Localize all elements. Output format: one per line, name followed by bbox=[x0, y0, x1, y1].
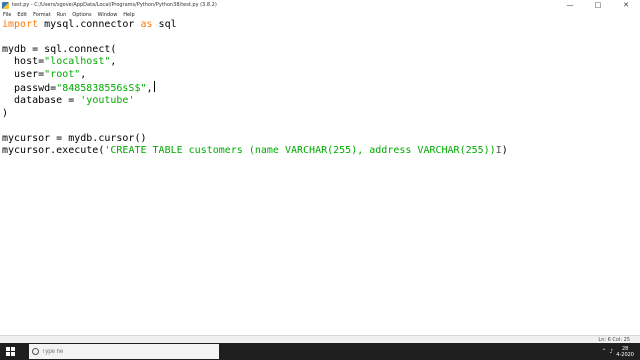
minimize-icon: — bbox=[566, 1, 574, 9]
code-line-3: mydb = sql.connect( bbox=[2, 43, 117, 55]
code-token: host= bbox=[2, 56, 45, 68]
code-line-1: import mysql.connector as sql bbox=[2, 19, 508, 31]
minimize-button[interactable]: — bbox=[556, 0, 584, 10]
python-idle-icon bbox=[2, 1, 9, 9]
code-line-10: mycursor = mydb.cursor() bbox=[2, 132, 147, 144]
code-line-5: user="root", bbox=[2, 69, 508, 81]
clock-date: 4-2020 bbox=[616, 351, 634, 358]
code-token: passwd= bbox=[2, 83, 57, 95]
string-literal: 'youtube' bbox=[80, 95, 135, 107]
string-literal: 'CREATE TABLE customers (name VARCHAR(25… bbox=[104, 145, 496, 157]
menu-help[interactable]: Help bbox=[123, 12, 134, 18]
code-text[interactable]: import mysql.connector as sql mydb = sql… bbox=[2, 19, 508, 157]
close-icon: ✕ bbox=[623, 1, 629, 9]
code-token: , bbox=[146, 83, 153, 95]
menu-edit[interactable]: Edit bbox=[17, 12, 27, 18]
taskbar: ⌃ ♪ 28 4-2020 bbox=[0, 343, 640, 360]
keyword-as: as bbox=[140, 19, 153, 30]
maximize-icon: □ bbox=[594, 1, 602, 9]
window-title: test.py - C:/Users/sgove/AppData/Local/P… bbox=[12, 2, 217, 8]
chevron-up-icon[interactable]: ⌃ bbox=[601, 348, 606, 355]
code-line-6: passwd="8485838556sS$", bbox=[2, 81, 508, 95]
text-cursor bbox=[153, 81, 155, 93]
code-line-7: database = 'youtube' bbox=[2, 95, 508, 107]
search-input[interactable] bbox=[42, 348, 202, 355]
string-literal: "localhost" bbox=[44, 56, 111, 68]
search-icon bbox=[32, 348, 39, 355]
maximize-button[interactable]: □ bbox=[584, 0, 612, 10]
window-controls: — □ ✕ bbox=[556, 0, 640, 10]
menu-file[interactable]: File bbox=[3, 12, 11, 18]
menu-run[interactable]: Run bbox=[57, 12, 67, 18]
code-token: mycursor.execute( bbox=[2, 145, 105, 157]
menu-window[interactable]: Window bbox=[98, 12, 118, 18]
speaker-icon[interactable]: ♪ bbox=[609, 348, 613, 355]
module-name: mysql.connector bbox=[38, 19, 141, 30]
menu-bar: File Edit Format Run Options Window Help bbox=[0, 10, 640, 19]
code-line-4: host="localhost", bbox=[2, 56, 508, 68]
code-token: , bbox=[110, 56, 117, 68]
taskbar-search[interactable] bbox=[29, 344, 219, 359]
string-literal: "root" bbox=[44, 68, 81, 80]
close-button[interactable]: ✕ bbox=[612, 0, 640, 10]
code-token: ) bbox=[501, 145, 508, 157]
system-tray: ⌃ ♪ 28 4-2020 bbox=[601, 343, 640, 360]
code-editor[interactable]: import mysql.connector as sql mydb = sql… bbox=[0, 19, 640, 335]
code-line-8: ) bbox=[2, 107, 9, 119]
menu-format[interactable]: Format bbox=[33, 12, 51, 18]
keyword-import: import bbox=[2, 19, 39, 30]
clock[interactable]: 28 4-2020 bbox=[616, 346, 634, 358]
code-token: database = bbox=[2, 95, 81, 107]
alias-name: sql bbox=[152, 19, 177, 30]
windows-start-icon[interactable] bbox=[6, 347, 16, 357]
title-bar: test.py - C:/Users/sgove/AppData/Local/P… bbox=[0, 0, 640, 10]
code-token: , bbox=[80, 68, 87, 80]
code-token: user= bbox=[2, 68, 45, 80]
code-line-11: mycursor.execute('CREATE TABLE customers… bbox=[2, 145, 508, 157]
menu-options[interactable]: Options bbox=[72, 12, 91, 18]
string-literal: "8485838556sS$" bbox=[56, 83, 147, 95]
